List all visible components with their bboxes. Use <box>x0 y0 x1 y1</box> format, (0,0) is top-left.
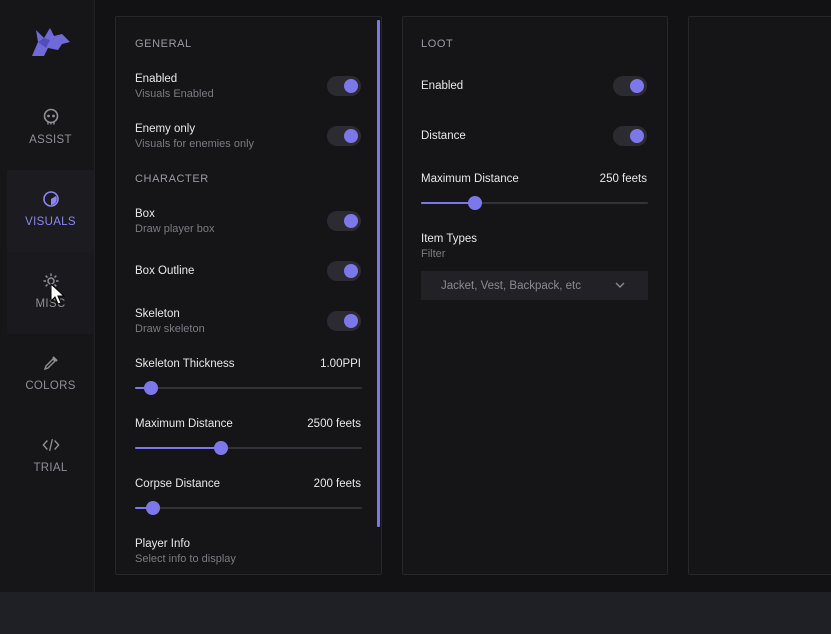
eye-icon <box>42 190 60 208</box>
box-sub: Draw player box <box>135 223 215 235</box>
nav-assist[interactable]: ASSIST <box>7 88 94 170</box>
slider-thumb[interactable] <box>143 381 158 395</box>
nav-colors-label: COLORS <box>25 380 76 392</box>
loot-distance-toggle[interactable] <box>613 126 647 146</box>
loot-distance-label: Distance <box>421 130 466 142</box>
item-types-label: Item Types <box>421 233 478 245</box>
nav-visuals[interactable]: VISUALS <box>7 170 94 252</box>
toggle-knob <box>344 129 358 143</box>
section-character-title: CHARACTER <box>135 173 209 185</box>
max-distance-value: 2500 feets <box>307 418 361 430</box>
enabled-label: Enabled <box>135 73 178 85</box>
code-icon <box>41 436 60 454</box>
item-types-selected: Jacket, Vest, Backpack, etc <box>441 279 581 292</box>
item-types-dropdown[interactable]: Jacket, Vest, Backpack, etc <box>421 271 648 300</box>
enemy-only-toggle[interactable] <box>327 126 361 146</box>
skeleton-thickness-label: Skeleton Thickness <box>135 358 235 370</box>
box-label: Box <box>135 208 155 220</box>
nav-visuals-label: VISUALS <box>25 216 76 228</box>
toggle-knob <box>630 129 644 143</box>
loot-max-distance-label: Maximum Distance <box>421 173 519 185</box>
box-toggle[interactable] <box>327 211 361 231</box>
corpse-distance-slider[interactable] <box>135 501 362 515</box>
skull-icon <box>42 108 60 126</box>
toggle-knob <box>344 264 358 278</box>
toggle-knob <box>630 79 644 93</box>
bottom-bar <box>0 592 831 634</box>
slider-thumb[interactable] <box>468 196 483 210</box>
skeleton-label: Skeleton <box>135 308 180 320</box>
skeleton-sub: Draw skeleton <box>135 323 205 335</box>
nav-trial[interactable]: TRIAL <box>7 416 94 498</box>
box-outline-label: Box Outline <box>135 265 195 277</box>
item-types-sub: Filter <box>421 248 446 260</box>
chevron-down-icon <box>615 282 625 288</box>
max-distance-slider[interactable] <box>135 441 362 455</box>
corpse-distance-label: Corpse Distance <box>135 478 221 490</box>
empty-panel <box>688 16 831 575</box>
wolf-logo-icon <box>32 28 70 56</box>
slider-thumb[interactable] <box>146 501 161 515</box>
loot-max-distance-value: 250 feets <box>599 173 647 185</box>
toggle-knob <box>344 214 358 228</box>
section-general-title: GENERAL <box>135 38 192 50</box>
enabled-toggle[interactable] <box>327 76 361 96</box>
enemy-only-label: Enemy only <box>135 123 196 135</box>
corpse-distance-value: 200 feets <box>313 478 361 490</box>
loot-enabled-label: Enabled <box>421 80 464 92</box>
enemy-only-sub: Visuals for enemies only <box>135 138 255 150</box>
max-distance-label: Maximum Distance <box>135 418 233 430</box>
panel-scrollbar[interactable] <box>377 20 380 527</box>
player-info-label: Player Info <box>135 538 190 550</box>
section-loot-title: LOOT <box>421 38 454 50</box>
sidebar: ASSIST VISUALS MISC COLORS TRIAL <box>0 0 95 592</box>
loot-enabled-toggle[interactable] <box>613 76 647 96</box>
eyedropper-icon <box>42 354 60 372</box>
loot-max-distance-slider[interactable] <box>421 196 648 210</box>
player-info-sub: Select info to display <box>135 553 236 565</box>
skeleton-thickness-value: 1.00PPI <box>320 358 361 370</box>
nav-colors[interactable]: COLORS <box>7 334 94 416</box>
box-outline-toggle[interactable] <box>327 261 361 281</box>
skeleton-toggle[interactable] <box>327 311 361 331</box>
toggle-knob <box>344 314 358 328</box>
nav-assist-label: ASSIST <box>29 134 72 146</box>
mouse-cursor-icon <box>50 283 66 305</box>
nav-trial-label: TRIAL <box>33 462 68 474</box>
slider-thumb[interactable] <box>214 441 229 455</box>
toggle-knob <box>344 79 358 93</box>
skeleton-thickness-slider[interactable] <box>135 381 362 395</box>
enabled-sub: Visuals Enabled <box>135 88 214 100</box>
